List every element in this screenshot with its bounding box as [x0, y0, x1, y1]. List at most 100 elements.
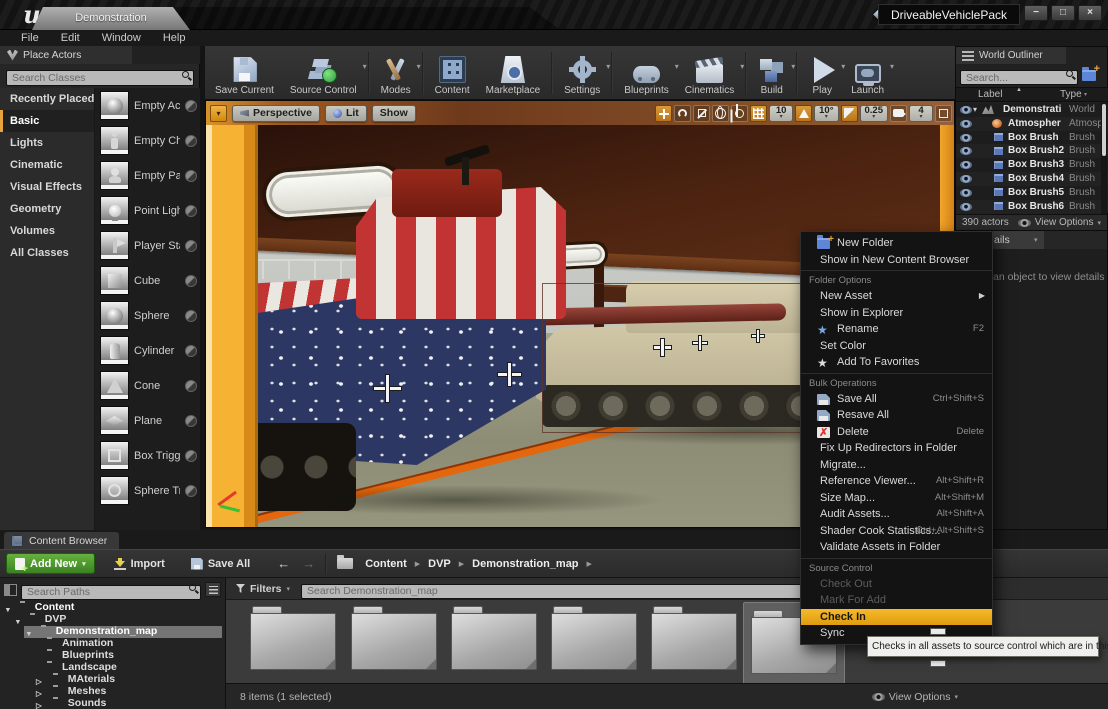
import-button[interactable]: Import: [105, 553, 174, 575]
translate-tool-button[interactable]: [655, 105, 672, 122]
expander-icon[interactable]: ▷: [36, 701, 42, 709]
settings-button[interactable]: ▾Settings: [556, 47, 608, 99]
category-recently-placed[interactable]: Recently Placed: [0, 88, 94, 110]
menu-item-fix-up-redirectors[interactable]: Fix Up Redirectors in Folder: [801, 440, 992, 457]
maximize-viewport-button[interactable]: [935, 105, 952, 122]
folder-tile[interactable]: [451, 606, 537, 670]
rotation-snap-value[interactable]: 10°▾: [814, 105, 838, 122]
scale-snap-toggle-button[interactable]: [841, 105, 858, 122]
outliner-scrollbar-thumb[interactable]: [1102, 104, 1106, 156]
menu-item-delete[interactable]: DeleteDelete: [801, 424, 992, 441]
save-current-button[interactable]: Save Current: [207, 47, 282, 99]
filters-button[interactable]: Filters: [250, 583, 282, 595]
move-gizmo[interactable]: [693, 336, 707, 350]
rotation-snap-toggle-button[interactable]: [795, 105, 812, 122]
visibility-eye-icon[interactable]: [960, 106, 972, 114]
actor-item-sphere-trigger[interactable]: Sphere Tri: [95, 473, 200, 508]
outliner-row-box-brush[interactable]: Box Brush2Brush: [956, 144, 1108, 158]
category-volumes[interactable]: Volumes: [0, 220, 94, 242]
actor-item-cone[interactable]: Cone: [95, 368, 200, 403]
maximize-button[interactable]: □: [1051, 5, 1075, 21]
play-button[interactable]: ▾Play: [801, 47, 843, 99]
visibility-eye-icon[interactable]: [960, 203, 972, 211]
menu-item-shader-cook-statistics[interactable]: Shader Cook Statistics...Ctrl+Alt+Shift+…: [801, 523, 992, 540]
menu-item-validate-assets[interactable]: Validate Assets in Folder: [801, 539, 992, 556]
visibility-eye-icon[interactable]: [960, 147, 972, 155]
outliner-row-box-brush[interactable]: Box Brush3Brush: [956, 158, 1108, 172]
scale-tool-button[interactable]: [693, 105, 710, 122]
menu-item-audit-assets[interactable]: Audit Assets...Alt+Shift+A: [801, 506, 992, 523]
show-flags-button[interactable]: Show: [372, 105, 416, 122]
splitter-grip[interactable]: [930, 628, 946, 635]
visibility-eye-icon[interactable]: [960, 189, 972, 197]
move-gizmo[interactable]: [752, 330, 764, 342]
move-gizmo[interactable]: [498, 363, 521, 386]
actor-item-box-trigger[interactable]: Box Trigge: [95, 438, 200, 473]
modes-button[interactable]: ▾Modes: [373, 47, 419, 99]
actor-item-point-light[interactable]: Point Ligh: [95, 193, 200, 228]
outliner-row-atmosphere[interactable]: AtmospherAtmospl: [956, 117, 1108, 131]
menu-item-set-color[interactable]: Set Color: [801, 338, 992, 355]
folder-tile[interactable]: [651, 606, 737, 670]
camera-speed-button[interactable]: [890, 105, 907, 122]
launch-button[interactable]: ▾Launch: [843, 47, 892, 99]
outliner-row-box-brush[interactable]: Box Brush4Brush: [956, 172, 1108, 186]
category-lights[interactable]: Lights: [0, 132, 94, 154]
expander-icon[interactable]: ▷: [36, 677, 42, 686]
new-folder-icon[interactable]: [1082, 70, 1096, 81]
menu-item-add-to-favorites[interactable]: Add To Favorites: [801, 354, 992, 371]
outliner-search-input[interactable]: [960, 70, 1078, 85]
actor-item-sphere[interactable]: Sphere: [95, 298, 200, 333]
menu-item-rename[interactable]: RenameF2: [801, 321, 992, 338]
menu-item-save-all[interactable]: Save AllCtrl+Shift+S: [801, 391, 992, 408]
blueprints-button[interactable]: ▾Blueprints: [616, 47, 676, 99]
visibility-eye-icon[interactable]: [960, 134, 972, 142]
outliner-row-world[interactable]: ▾DemonstratiWorld: [956, 103, 1108, 117]
actor-item-empty-character[interactable]: Empty Cha: [95, 123, 200, 158]
cinematics-button[interactable]: ▾Cinematics: [677, 47, 742, 99]
category-basic[interactable]: Basic: [0, 110, 94, 132]
menu-item-show-in-new-content-browser[interactable]: Show in New Content Browser: [801, 252, 992, 269]
save-all-button[interactable]: Save All: [182, 553, 259, 575]
content-button[interactable]: Content: [427, 47, 478, 99]
content-view-options-button[interactable]: View Options ▾: [872, 691, 958, 703]
actor-item-cylinder[interactable]: Cylinder: [95, 333, 200, 368]
camera-speed-value[interactable]: 4▾: [909, 105, 933, 122]
tree-item-demonstration-map[interactable]: ▾Demonstration_map: [0, 626, 226, 638]
expander-icon[interactable]: ▾: [6, 605, 10, 614]
menu-item-migrate[interactable]: Migrate...: [801, 457, 992, 474]
expander-icon[interactable]: ▾: [973, 103, 977, 117]
perspective-button[interactable]: Perspective: [232, 105, 320, 122]
category-geometry[interactable]: Geometry: [0, 198, 94, 220]
viewport-options-button[interactable]: ▾: [210, 105, 227, 122]
expander-icon[interactable]: ▷: [36, 689, 42, 698]
category-visual-effects[interactable]: Visual Effects: [0, 176, 94, 198]
grid-snap-value[interactable]: 10▾: [769, 105, 793, 122]
search-classes-input[interactable]: [6, 70, 194, 86]
type-column-header[interactable]: Type: [1060, 89, 1083, 100]
menu-file[interactable]: File: [10, 30, 50, 46]
breadcrumb-content[interactable]: Content: [359, 558, 413, 570]
source-control-button[interactable]: ▾Source Control: [282, 47, 365, 99]
tree-item-materials[interactable]: ▷MAterials: [0, 674, 226, 686]
menu-item-mark-for-add[interactable]: Mark For Add: [801, 592, 992, 609]
scale-snap-value[interactable]: 0.25▾: [860, 105, 889, 122]
actor-item-empty-pawn[interactable]: Empty Paw: [95, 158, 200, 193]
outliner-view-options-button[interactable]: View Options▾: [1018, 217, 1101, 228]
actor-item-empty-actor[interactable]: Empty Act: [95, 88, 200, 123]
move-gizmo[interactable]: [654, 339, 671, 356]
menu-item-reference-viewer[interactable]: Reference Viewer...Alt+Shift+R: [801, 473, 992, 490]
sources-panel-toggle-icon[interactable]: [4, 584, 17, 596]
folder-tile[interactable]: [551, 606, 637, 670]
world-local-toggle-button[interactable]: [712, 105, 729, 122]
outliner-row-box-brush[interactable]: Box BrushBrush: [956, 131, 1108, 145]
minimize-button[interactable]: −: [1024, 5, 1048, 21]
visibility-eye-icon[interactable]: [960, 175, 972, 183]
category-all-classes[interactable]: All Classes: [0, 242, 94, 264]
tree-item-meshes[interactable]: ▷Meshes: [0, 686, 226, 698]
rotate-tool-button[interactable]: [674, 105, 691, 122]
expander-icon[interactable]: ▾: [27, 629, 31, 638]
build-button[interactable]: ▾Build: [750, 47, 793, 99]
visibility-eye-icon[interactable]: [960, 120, 972, 128]
menu-help[interactable]: Help: [152, 30, 197, 46]
